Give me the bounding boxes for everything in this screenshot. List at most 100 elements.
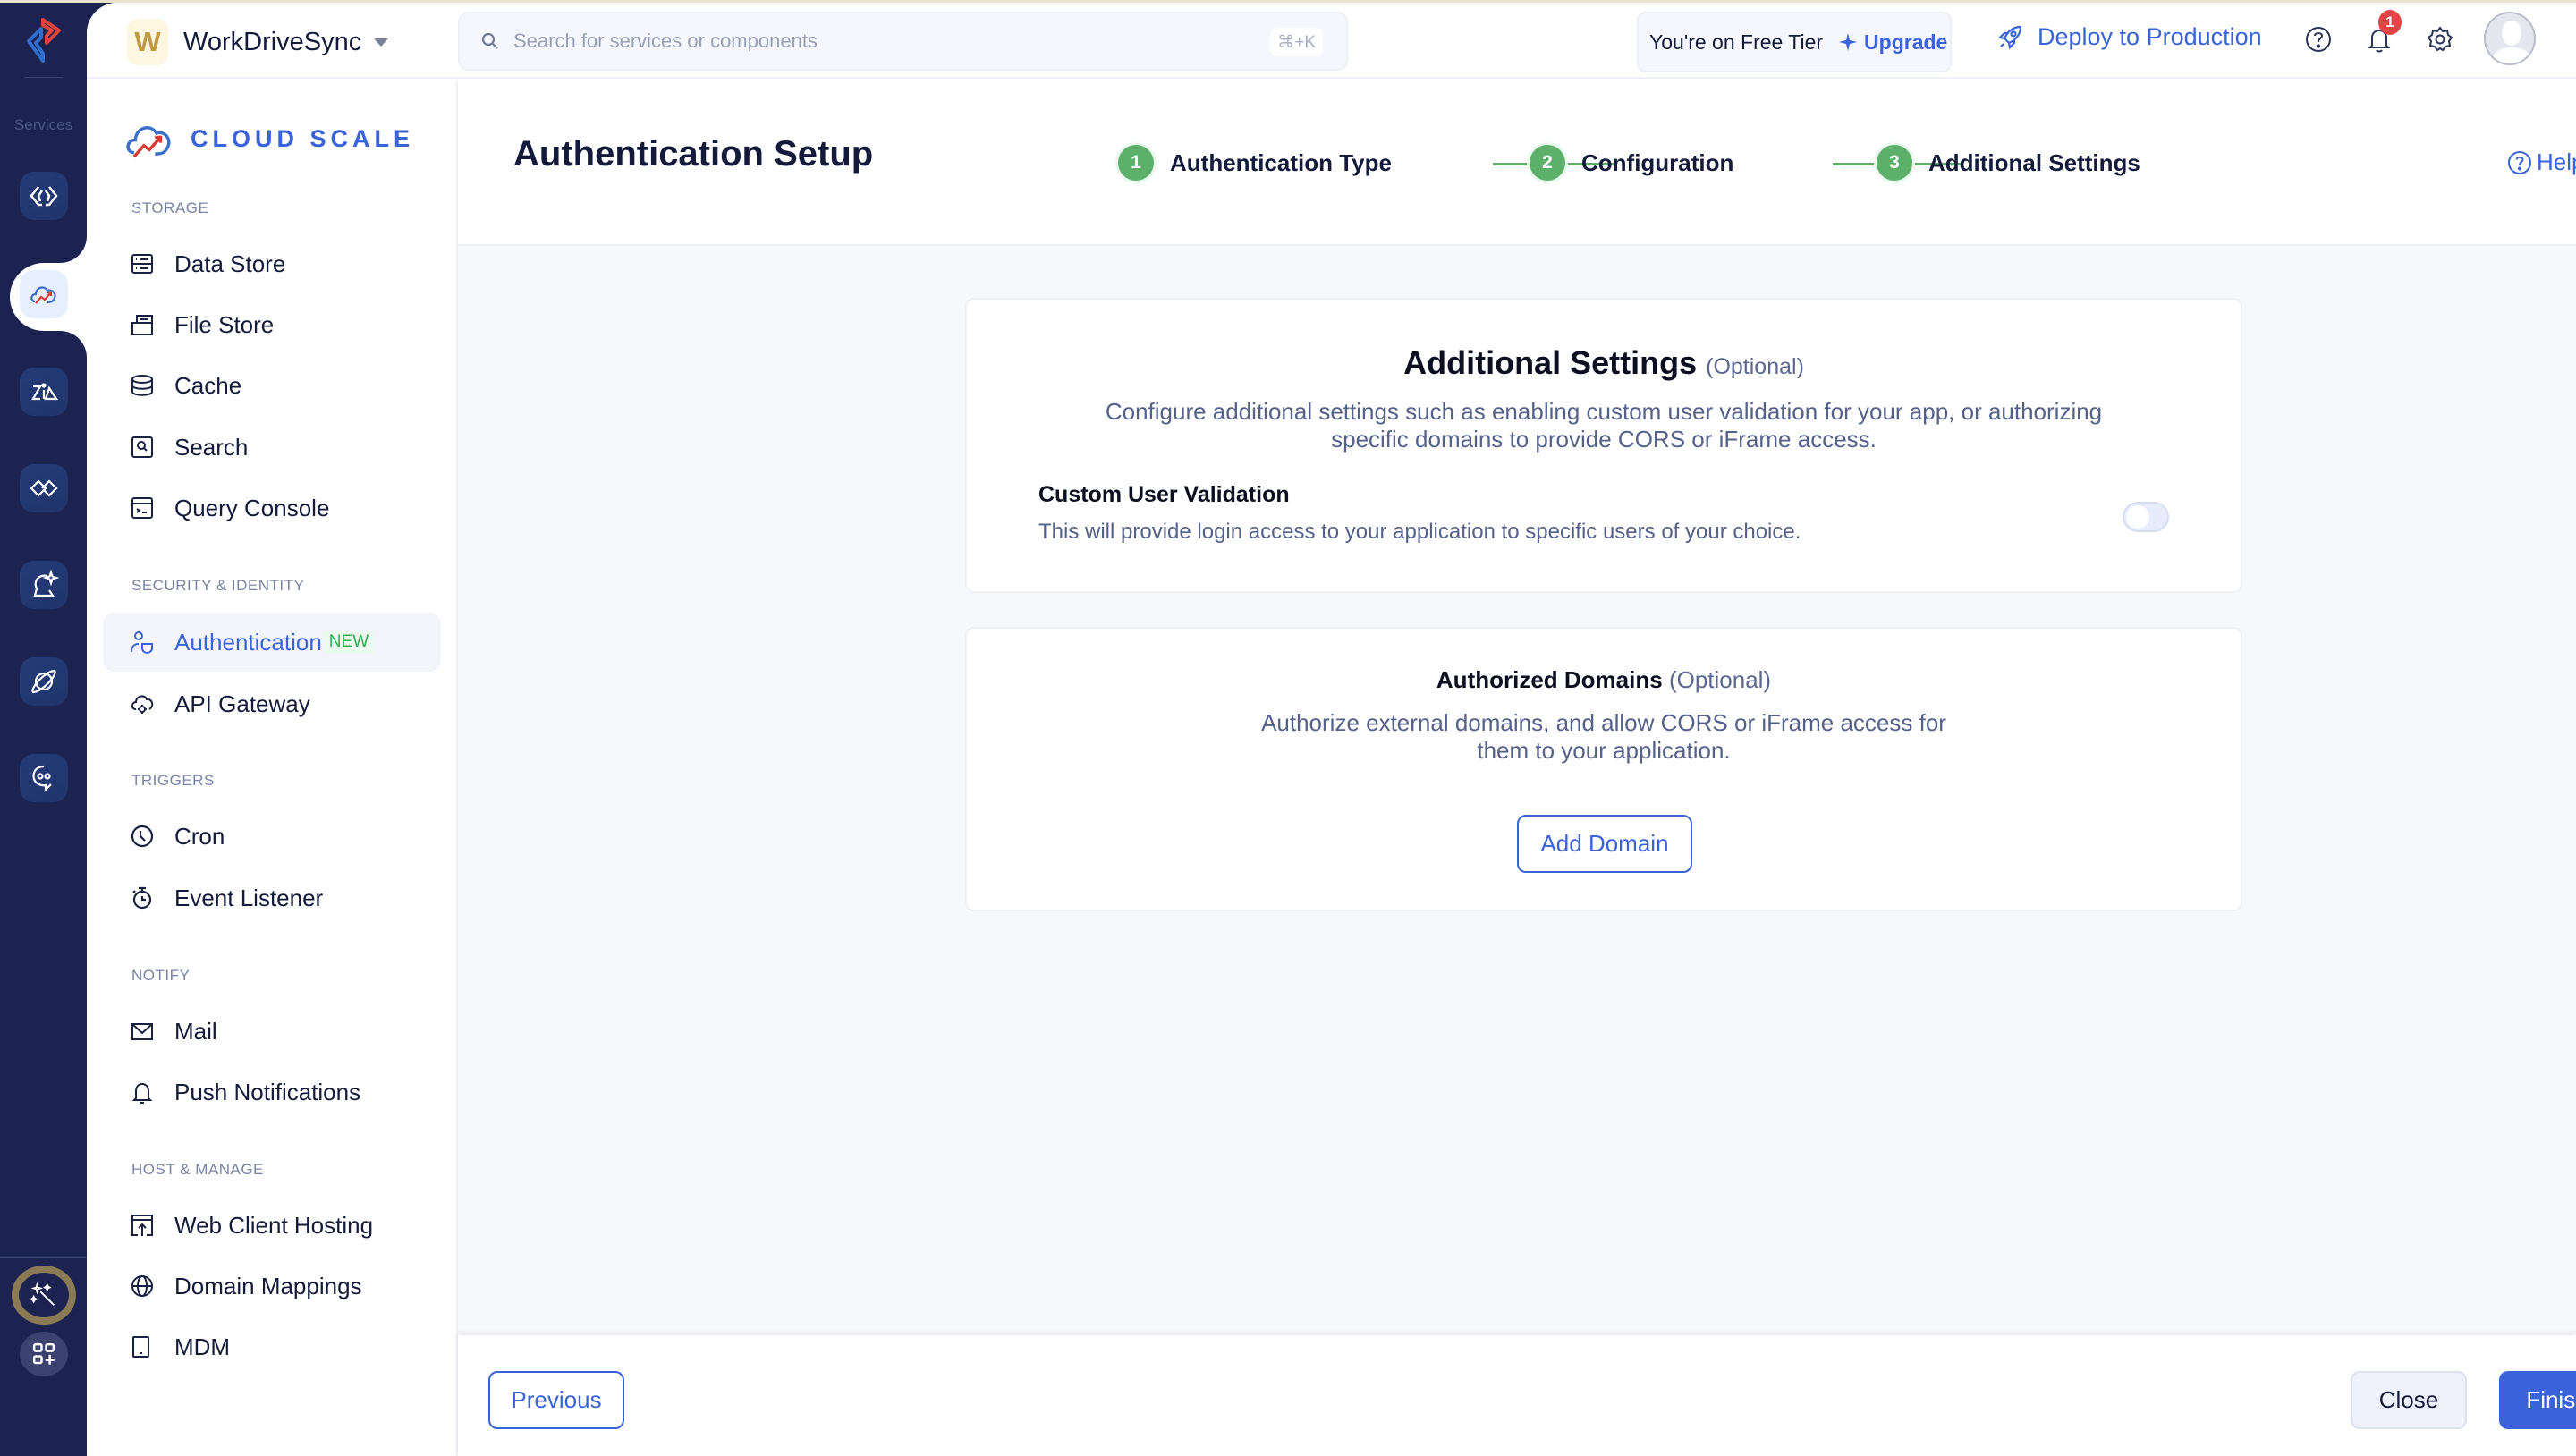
rail-item-quickml[interactable]: [20, 561, 68, 609]
step-configuration[interactable]: 2 Configuration: [1530, 145, 1733, 181]
settings-gear-icon[interactable]: [2425, 24, 2455, 55]
notification-count-badge: 1: [2378, 10, 2402, 35]
clock-icon: [131, 825, 154, 848]
sidebar-item-cache[interactable]: Cache: [103, 356, 441, 415]
section-label-triggers: TRIGGERS: [131, 772, 215, 789]
rail-item-integrations[interactable]: [20, 464, 68, 512]
rail-item-cloud-scale[interactable]: [20, 270, 68, 318]
file-store-icon: [131, 315, 153, 335]
zia-icon: [31, 383, 59, 401]
help-link[interactable]: Help: [2506, 148, 2576, 176]
sidebar-item-label: Mail: [174, 1017, 217, 1045]
step-label: Configuration: [1581, 148, 1734, 176]
user-avatar[interactable]: [2484, 12, 2536, 65]
step-additional-settings[interactable]: 3 Additional Settings: [1877, 145, 2140, 181]
sidebar-item-mdm[interactable]: MDM: [103, 1317, 441, 1376]
main-content: Authentication Setup 1 Authentication Ty…: [458, 80, 2576, 1456]
optional-label: (Optional): [1668, 666, 1772, 693]
sidebar-item-label: Domain Mappings: [174, 1272, 362, 1299]
brand-name: CLOUD SCALE: [191, 124, 414, 152]
cloud-scale-brand: CLOUD SCALE: [124, 116, 414, 161]
rail-magic-wand-button[interactable]: [12, 1266, 76, 1325]
search-icon: [481, 32, 498, 49]
add-domain-button[interactable]: Add Domain: [1517, 815, 1692, 873]
rail-add-apps-button[interactable]: [20, 1332, 68, 1376]
sidebar-item-mail[interactable]: Mail: [103, 1002, 441, 1061]
custom-user-validation-description: This will provide login access to your a…: [1038, 520, 1801, 544]
section-label-security: SECURITY & IDENTITY: [131, 577, 305, 594]
previous-button[interactable]: Previous: [488, 1371, 624, 1429]
sidebar-item-authentication[interactable]: Authentication NEW: [103, 613, 441, 672]
rail-item-devops[interactable]: [20, 657, 68, 706]
cloud-scale-logo-icon: [126, 126, 171, 158]
sidebar-item-label: Search: [174, 433, 249, 461]
sidebar-item-push-notifications[interactable]: Push Notifications: [103, 1062, 441, 1122]
wizard-footer: Previous Close Finish: [458, 1335, 2576, 1456]
ai-sparkle-icon: [33, 569, 60, 597]
step-number: 2: [1530, 145, 1565, 181]
apps-add-icon: [32, 1342, 55, 1365]
tier-text: You're on Free Tier: [1649, 30, 1824, 54]
authorized-domains-description: Authorize external domains, and allow CO…: [967, 709, 2241, 765]
step-label: Authentication Type: [1170, 148, 1392, 176]
search-input[interactable]: [513, 30, 1193, 53]
sidebar-item-api-gateway[interactable]: API Gateway: [103, 674, 441, 733]
rail-bottom-divider: [0, 1257, 87, 1258]
step-number: 1: [1118, 145, 1154, 181]
sidebar-item-label: Web Client Hosting: [174, 1211, 374, 1239]
section-label-notify: NOTIFY: [131, 967, 191, 984]
sidebar-item-label: Query Console: [174, 494, 330, 521]
handshake-icon: [30, 479, 58, 497]
step-label: Additional Settings: [1928, 148, 2140, 176]
rocket-icon: [1997, 25, 2022, 50]
user-shield-icon: [131, 631, 153, 655]
service-rail: Services: [0, 0, 87, 1456]
services-label: Services: [13, 116, 73, 133]
rail-item-signals[interactable]: [20, 754, 68, 802]
sidebar-item-web-client-hosting[interactable]: Web Client Hosting: [103, 1196, 441, 1255]
magic-wand-icon: [29, 1282, 55, 1307]
sidebar-item-label: API Gateway: [174, 690, 310, 717]
search-box-icon: [131, 436, 153, 458]
help-circle-icon[interactable]: [2303, 24, 2334, 55]
setup-titlebar: Authentication Setup 1 Authentication Ty…: [458, 80, 2576, 246]
rail-divider: [24, 77, 63, 78]
card-title-text: Authorized Domains: [1436, 666, 1663, 693]
top-header: W WorkDriveSync ⌘+K You're on Free Tier …: [87, 3, 2576, 79]
cloud-gear-icon: [131, 695, 154, 714]
description-line: Configure additional settings such as en…: [1105, 398, 2103, 425]
rail-item-functions[interactable]: [20, 172, 68, 220]
description-line: them to your application.: [1477, 737, 1731, 764]
sidebar-item-label: Push Notifications: [174, 1078, 361, 1105]
sidebar-item-query-console[interactable]: Query Console: [103, 478, 441, 538]
sidebar-item-label: Data Store: [174, 250, 286, 277]
planet-icon: [31, 669, 56, 694]
app-shell: W WorkDriveSync ⌘+K You're on Free Tier …: [87, 3, 2576, 1456]
step-authentication-type[interactable]: 1 Authentication Type: [1118, 145, 1392, 181]
sidebar-item-search[interactable]: Search: [103, 418, 441, 477]
catalyst-logo-icon[interactable]: [23, 16, 64, 66]
caret-down-icon: [374, 38, 389, 47]
close-button[interactable]: Close: [2351, 1371, 2467, 1429]
stopwatch-icon: [132, 886, 152, 910]
tablet-icon: [132, 1336, 149, 1358]
code-brackets-icon: [30, 186, 58, 207]
step-number: 3: [1877, 145, 1912, 181]
deploy-to-production-button[interactable]: Deploy to Production: [1996, 22, 2262, 51]
finish-button[interactable]: Finish: [2499, 1371, 2576, 1429]
sidebar-item-cron[interactable]: Cron: [103, 807, 441, 866]
custom-user-validation-toggle[interactable]: [2123, 502, 2169, 532]
cache-icon: [131, 375, 153, 396]
card-title-text: Additional Settings: [1403, 344, 1698, 381]
rail-item-zia[interactable]: [20, 368, 68, 416]
project-switcher[interactable]: W WorkDriveSync: [127, 19, 389, 65]
upgrade-link[interactable]: Upgrade: [1864, 30, 1947, 55]
sidebar-item-file-store[interactable]: File Store: [103, 295, 441, 354]
section-label-storage: STORAGE: [131, 199, 209, 216]
sidebar-item-domain-mappings[interactable]: Domain Mappings: [103, 1257, 441, 1316]
cloud-scale-icon: [30, 286, 56, 304]
sidebar-item-data-store[interactable]: Data Store: [103, 234, 441, 293]
sidebar-item-event-listener[interactable]: Event Listener: [103, 868, 441, 927]
toggle-knob: [2126, 505, 2149, 529]
global-search[interactable]: ⌘+K: [458, 12, 1348, 71]
